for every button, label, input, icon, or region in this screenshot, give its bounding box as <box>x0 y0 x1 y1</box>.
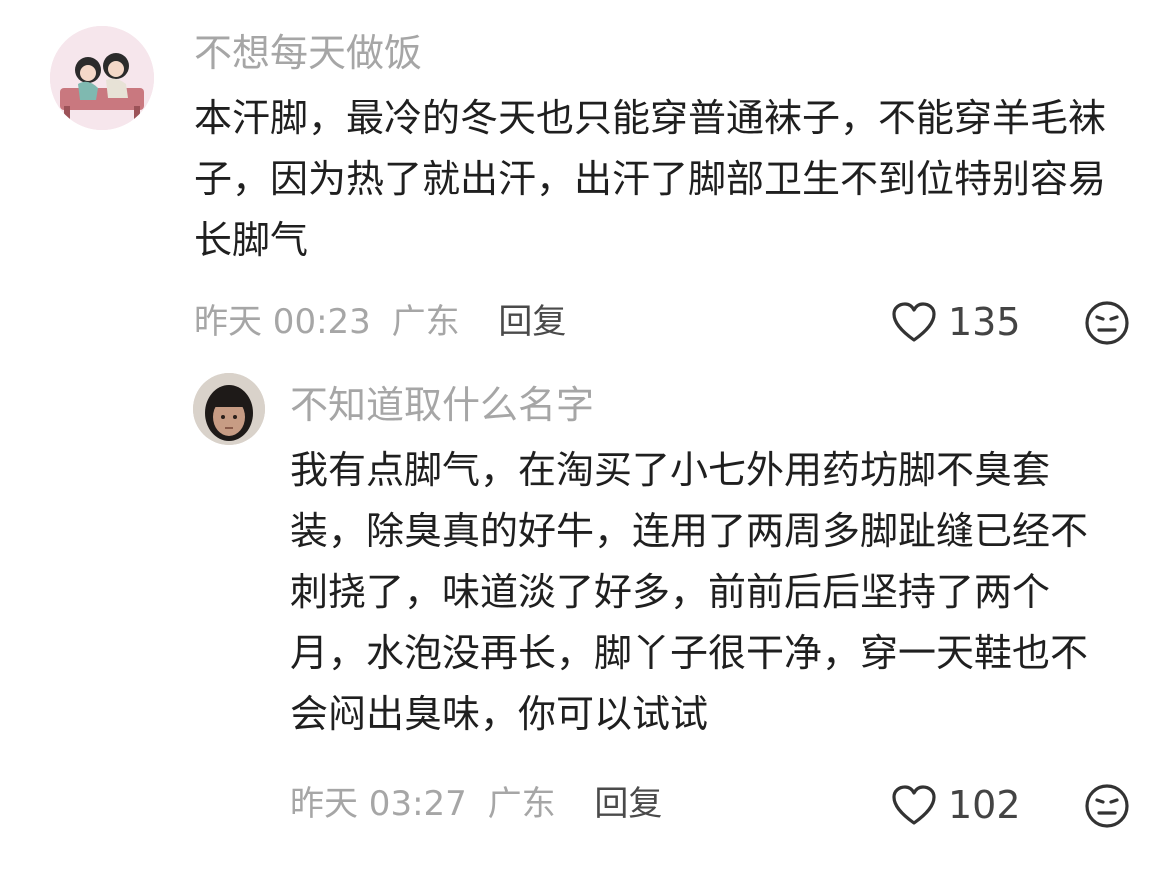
reply-button[interactable]: 回复 <box>594 784 662 824</box>
comment-time: 昨天 03:27 <box>290 784 467 824</box>
like-count: 102 <box>948 783 1021 827</box>
reaction-button[interactable] <box>1084 783 1130 833</box>
comment-username[interactable]: 不知道取什么名字 <box>290 386 594 424</box>
reaction-button[interactable] <box>1084 300 1130 350</box>
heart-outline-icon <box>892 785 936 825</box>
reply-button[interactable]: 回复 <box>498 302 566 342</box>
comment-text: 本汗脚，最冷的冬天也只能穿普通袜子，不能穿羊毛袜子，因为热了就出汗，出汗了脚部卫… <box>194 96 1107 262</box>
comment-meta: 昨天 00:23 广东 回复 <box>194 305 566 339</box>
avatar[interactable] <box>50 26 154 130</box>
avatar-illustration <box>50 26 154 130</box>
comment-meta: 昨天 03:27 广东 回复 <box>290 787 662 821</box>
avatar-photo <box>193 373 265 445</box>
comment-location: 广东 <box>391 302 460 342</box>
like-count: 135 <box>948 300 1021 344</box>
comment-text: 我有点脚气，在淘买了小七外用药坊脚不臭套装，除臭真的好牛，连用了两周多脚趾缝已经… <box>290 448 1089 736</box>
heart-outline-icon <box>892 302 936 342</box>
comment-time: 昨天 00:23 <box>194 302 371 342</box>
comment-username[interactable]: 不想每天做饭 <box>194 34 422 72</box>
avatar[interactable] <box>193 373 265 445</box>
neutral-face-icon <box>1085 301 1129 345</box>
like-button[interactable]: 135 <box>890 300 1021 344</box>
neutral-face-icon <box>1085 784 1129 828</box>
like-button[interactable]: 102 <box>890 783 1021 827</box>
comment-location: 广东 <box>487 784 556 824</box>
